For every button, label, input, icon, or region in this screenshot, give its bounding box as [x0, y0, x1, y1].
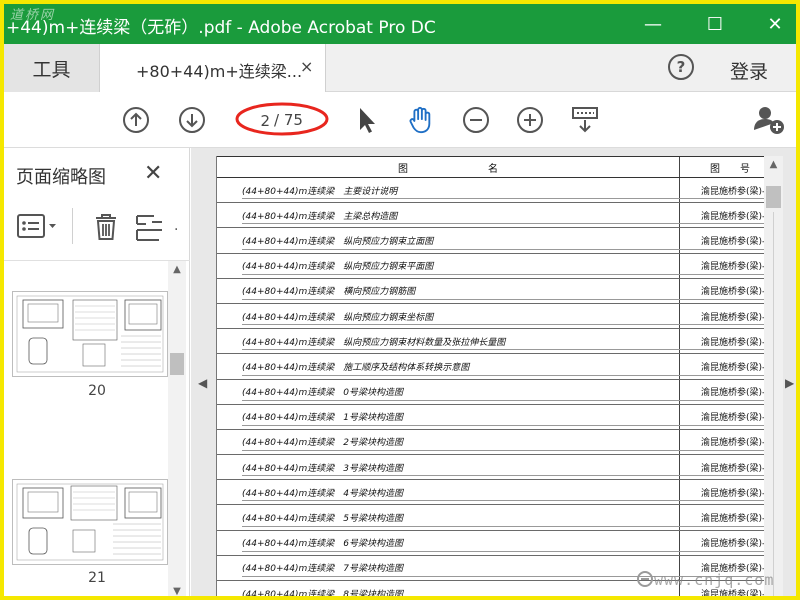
document-scrollbar[interactable]: ▲ [764, 156, 783, 596]
scrollbar-thumb[interactable] [766, 186, 781, 208]
thumbnail-panel: 页面缩略图 ✕ . 20 21 ▲ ▼ [4, 148, 190, 597]
title-bar: 道桥网 +44)m+连续梁（无砟）.pdf - Adobe Acrobat Pr… [4, 4, 796, 44]
row-drawing-number: 渝昆施桥参(梁)-15 [701, 211, 764, 222]
minimize-button[interactable]: — [624, 4, 682, 44]
row-drawing-number: 渝昆施桥参(梁)-15 [701, 388, 764, 399]
row-drawing-number: 渝昆施桥参(梁)-15 [701, 413, 764, 424]
panel-toolbar: . [14, 208, 184, 244]
row-drawing-name: (44+80+44)m连续梁 8号梁块构造图 [217, 581, 680, 596]
table-row: (44+80+44)m连续梁 横向预应力钢筋图渝昆施桥参(梁)-15 [217, 278, 764, 304]
table-row: (44+80+44)m连续梁 施工顺序及结构体系转换示意图渝昆施桥参(梁)-15 [217, 354, 764, 380]
toolbar-divider [72, 208, 73, 244]
table-body: (44+80+44)m连续梁 主要设计说明渝昆施桥参(梁)-15(44+80+4… [217, 178, 764, 596]
table-header: 图 名 图 号 [217, 156, 764, 178]
collapse-left-panel-icon[interactable]: ◀ [198, 376, 207, 390]
close-panel-button[interactable]: ✕ [144, 161, 162, 186]
row-drawing-number: 渝昆施桥参(梁)-15 [701, 337, 764, 348]
thumbnail-list: 20 21 [4, 261, 168, 596]
tab-document[interactable]: +80+44)m+连续梁... × [100, 44, 326, 93]
app-window: 道桥网 +44)m+连续梁（无砟）.pdf - Adobe Acrobat Pr… [0, 0, 800, 600]
table-row: (44+80+44)m连续梁 6号梁块构造图渝昆施桥参(梁)-15 [217, 530, 764, 556]
row-drawing-number: 渝昆施桥参(梁)-15 [701, 438, 764, 449]
table-row: (44+80+44)m连续梁 主梁总构造图渝昆施桥参(梁)-15 [217, 203, 764, 229]
row-drawing-number: 渝昆施桥参(梁)-15 [701, 186, 764, 197]
close-window-button[interactable]: ✕ [746, 4, 796, 44]
header-name: 图 名 [217, 157, 680, 177]
annotation-ellipse [235, 102, 329, 136]
thumbnail-page-21[interactable] [12, 479, 168, 565]
document-viewer: 图 名 图 号 (44+80+44)m连续梁 主要设计说明渝昆施桥参(梁)-15… [191, 148, 796, 596]
pdf-page: 图 名 图 号 (44+80+44)m连续梁 主要设计说明渝昆施桥参(梁)-15… [216, 156, 764, 596]
tab-document-label: +80+44)m+连续梁... [136, 62, 303, 81]
thumbnail-label: 21 [88, 570, 106, 586]
help-button[interactable]: ? [668, 54, 694, 80]
pointer-icon[interactable] [352, 106, 380, 134]
trash-icon[interactable] [92, 212, 120, 242]
row-drawing-number: 渝昆施桥参(梁)-15 [701, 463, 764, 474]
expand-right-panel-icon[interactable]: ▶ [785, 376, 794, 390]
panel-title: 页面缩略图 [16, 167, 106, 188]
table-row: (44+80+44)m连续梁 纵向预应力钢束立面图渝昆施桥参(梁)-15 [217, 228, 764, 254]
arrow-down-circle-icon[interactable] [178, 106, 206, 134]
table-row: (44+80+44)m连续梁 4号梁块构造图渝昆施桥参(梁)-15 [217, 480, 764, 506]
thumbnail-page-20[interactable] [12, 291, 168, 377]
header-num: 图 号 [710, 163, 750, 175]
row-drawing-number: 渝昆施桥参(梁)-15 [701, 236, 764, 247]
add-user-icon[interactable] [752, 104, 786, 136]
drawing-index-table: 图 名 图 号 (44+80+44)m连续梁 主要设计说明渝昆施桥参(梁)-15… [217, 156, 764, 596]
maximize-button[interactable]: ☐ [686, 4, 744, 44]
options-menu-icon[interactable] [16, 212, 62, 240]
scroll-up-icon[interactable]: ▲ [764, 156, 783, 172]
row-drawing-number: 渝昆施桥参(梁)-15 [701, 362, 764, 373]
table-row: (44+80+44)m连续梁 纵向预应力钢束平面图渝昆施桥参(梁)-15 [217, 253, 764, 279]
table-row: (44+80+44)m连续梁 纵向预应力钢束坐标图渝昆施桥参(梁)-15 [217, 303, 764, 330]
row-drawing-number: 渝昆施桥参(梁)-15 [701, 262, 764, 273]
table-row: (44+80+44)m连续梁 0号梁块构造图渝昆施桥参(梁)-15 [217, 379, 764, 405]
zoom-in-icon[interactable] [516, 106, 544, 134]
login-button[interactable]: 登录 [730, 57, 768, 84]
row-drawing-number: 渝昆施桥参(梁)-15 [701, 287, 764, 298]
thumbnail-scrollbar[interactable]: ▲ ▼ [168, 261, 186, 597]
thumbnail-label: 20 [88, 383, 106, 399]
hand-icon[interactable] [406, 106, 434, 134]
page-extract-icon[interactable] [134, 212, 164, 242]
table-row: (44+80+44)m连续梁 主要设计说明渝昆施桥参(梁)-15 [217, 178, 764, 204]
tab-close-button[interactable]: × [300, 57, 313, 76]
scrollbar-track [773, 212, 774, 596]
arrow-up-circle-icon[interactable] [122, 106, 150, 134]
table-row: (44+80+44)m连续梁 5号梁块构造图渝昆施桥参(梁)-15 [217, 505, 764, 531]
more-icon[interactable]: . [174, 218, 178, 234]
scroll-up-icon[interactable]: ▲ [168, 261, 186, 277]
zoom-out-icon[interactable] [462, 106, 490, 134]
scrollbar-thumb[interactable] [170, 353, 184, 375]
table-row: (44+80+44)m连续梁 1号梁块构造图渝昆施桥参(梁)-15 [217, 404, 764, 430]
tab-bar: 工具 +80+44)m+连续梁... × ? 登录 [4, 44, 796, 93]
table-row: (44+80+44)m连续梁 纵向预应力钢束材料数量及张拉伸长量图 渝昆施桥参(梁… [217, 329, 764, 355]
row-drawing-number: 渝昆施桥参(梁)-15 [701, 514, 764, 525]
watermark-logo [637, 571, 653, 587]
window-title: +44)m+连续梁（无砟）.pdf - Adobe Acrobat Pro DC [6, 18, 436, 38]
row-drawing-number: 渝昆施桥参(梁)-15 [701, 312, 764, 323]
table-row: (44+80+44)m连续梁 2号梁块构造图渝昆施桥参(梁)-15 [217, 429, 764, 456]
row-drawing-number: 渝昆施桥参(梁)-15 [701, 488, 764, 499]
toolbar: / 75 [4, 92, 796, 148]
keyboard-icon[interactable] [570, 106, 600, 134]
scroll-down-icon[interactable]: ▼ [168, 583, 186, 597]
row-drawing-number: 渝昆施桥参(梁)-15 [701, 539, 764, 550]
tab-tools[interactable]: 工具 [4, 44, 100, 92]
table-row: (44+80+44)m连续梁 3号梁块构造图渝昆施桥参(梁)-15 [217, 455, 764, 481]
watermark-bottom: www.cnjq.com [654, 571, 775, 589]
